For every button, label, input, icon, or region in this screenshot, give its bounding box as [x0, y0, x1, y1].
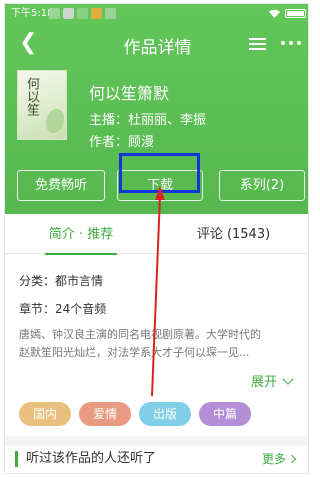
more-label: 更多	[262, 452, 287, 466]
tab-intro[interactable]: 简介 · 推荐	[5, 216, 157, 255]
book-chapters: 章节：24个音频	[19, 302, 107, 316]
tab-active-indicator	[45, 253, 117, 255]
status-right	[268, 4, 306, 23]
image-icon	[49, 8, 60, 19]
list-icon[interactable]	[249, 38, 266, 51]
tab-comments[interactable]: 评论 (1543)	[157, 216, 308, 254]
series-button[interactable]: 系列(2)	[219, 170, 305, 201]
description-line: 唐嫣、钟汉良主演的同名电视剧原著。大学时代的	[19, 328, 261, 341]
book-description: 唐嫣、钟汉良主演的同名电视剧原著。大学时代的 赵默笙阳光灿烂，对法学系大才子何以…	[19, 326, 301, 362]
book-header: 下午5:18 ❮ 作品详情 何以笙 何以笙箫默 主播：杜丽丽、李振 作者：顾漫 …	[5, 4, 308, 214]
more-dots-icon[interactable]	[281, 41, 301, 45]
description-line: 赵默笙阳光灿烂，对法学系大才子何以琛一见...	[19, 346, 250, 359]
tag-chip[interactable]: 国内	[19, 402, 72, 426]
download-highlight-box	[119, 153, 200, 193]
status-bar: 下午5:18	[5, 4, 308, 23]
expand-label: 展开	[251, 375, 278, 390]
tag-list: 国内 爱情 出版 中篇	[19, 402, 252, 426]
app-screen: 下午5:18 ❮ 作品详情 何以笙 何以笙箫默 主播：杜丽丽、李振 作者：顾漫 …	[4, 3, 309, 474]
chat-icon	[77, 8, 88, 19]
cover-art	[46, 109, 64, 133]
status-time: 下午5:18	[11, 8, 54, 19]
book-title: 何以笙箫默	[89, 84, 170, 103]
battery-icon	[285, 9, 306, 18]
notification-icons	[49, 8, 116, 19]
book-author[interactable]: 作者：顾漫	[89, 131, 154, 150]
app-icon	[63, 8, 74, 19]
chevron-right-icon	[287, 454, 297, 464]
detail-tabs: 简介 · 推荐 评论 (1543)	[5, 216, 308, 255]
book-narrator: 主播：杜丽丽、李振	[89, 113, 207, 128]
related-section-title: 听过该作品的人还听了	[15, 451, 156, 467]
book-cover[interactable]: 何以笙	[17, 70, 67, 140]
nav-bar: ❮ 作品详情	[5, 26, 308, 62]
book-category: 分类：都市言情	[19, 274, 104, 288]
section-divider	[5, 436, 308, 446]
chevron-down-icon	[282, 372, 294, 385]
message-icon	[105, 8, 116, 19]
tag-chip[interactable]: 中篇	[199, 402, 252, 426]
cover-title: 何以笙	[24, 77, 39, 116]
alarm-icon	[91, 8, 102, 19]
more-link[interactable]: 更多	[262, 451, 297, 467]
tab-intro-label: 简介 · 推荐	[48, 227, 114, 242]
free-listen-button[interactable]: 免费畅听	[17, 170, 105, 201]
wifi-icon	[269, 9, 280, 18]
tag-chip[interactable]: 爱情	[79, 402, 132, 426]
expand-button[interactable]: 展开	[251, 371, 294, 390]
tag-chip[interactable]: 出版	[139, 402, 192, 426]
